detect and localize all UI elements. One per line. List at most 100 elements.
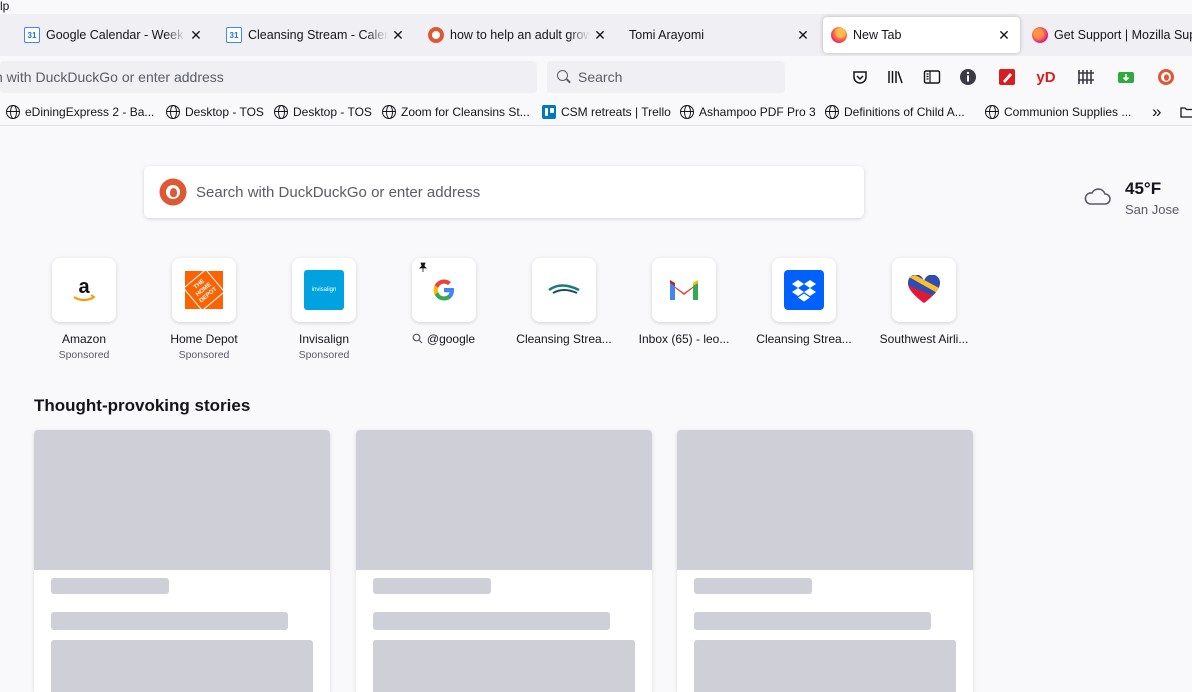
tab-mozilla-support[interactable]: Get Support | Mozilla Supp bbox=[1032, 17, 1192, 53]
sponsored-label: Sponsored bbox=[58, 349, 110, 361]
bookmark-item[interactable]: eDiningExpress 2 - Ba... bbox=[6, 103, 154, 121]
globe-icon bbox=[985, 105, 999, 119]
search-icon bbox=[557, 70, 571, 84]
search-bar[interactable]: Search bbox=[547, 61, 785, 93]
globe-icon bbox=[6, 105, 20, 119]
top-site-label: Amazon bbox=[61, 332, 107, 346]
story-title-placeholder bbox=[51, 612, 288, 630]
duckduckgo-icon bbox=[161, 180, 185, 204]
top-site-label: @google bbox=[384, 332, 504, 346]
download-extension-icon[interactable] bbox=[1116, 67, 1136, 87]
bookmark-item[interactable]: Definitions of Child A... bbox=[825, 103, 965, 121]
story-excerpt-placeholder bbox=[373, 640, 635, 692]
story-card-placeholder[interactable] bbox=[677, 430, 973, 692]
bookmark-item[interactable]: Zoom for Cleansins St... bbox=[382, 103, 530, 121]
cleansing-stream-icon[interactable] bbox=[532, 258, 596, 322]
google-icon[interactable] bbox=[412, 258, 476, 322]
globe-icon bbox=[274, 105, 288, 119]
menu-bar-remnant[interactable]: lp bbox=[0, 0, 9, 14]
weather-widget[interactable]: 45°F San Jose bbox=[1080, 178, 1192, 220]
story-source-placeholder bbox=[373, 578, 491, 594]
tab-ddg-search[interactable]: how to help an adult grow ✕ bbox=[428, 17, 608, 53]
pin-icon bbox=[418, 262, 428, 275]
tab-google-calendar[interactable]: 31 Google Calendar - Week of ✕ bbox=[24, 17, 204, 53]
close-icon[interactable]: ✕ bbox=[390, 27, 406, 43]
duckduckgo-icon[interactable] bbox=[1156, 67, 1176, 87]
tab-title: Google Calendar - Week of bbox=[46, 28, 186, 42]
sidebar-icon[interactable] bbox=[922, 67, 942, 87]
story-title-placeholder bbox=[373, 612, 610, 630]
invisalign-icon[interactable]: invisalign bbox=[292, 258, 356, 322]
bookmark-item[interactable]: Desktop - TOS bbox=[274, 103, 372, 121]
cloud-icon bbox=[1084, 188, 1111, 205]
highlighter-icon[interactable] bbox=[997, 67, 1017, 87]
tab-new-tab[interactable]: New Tab ✕ bbox=[823, 17, 1020, 53]
top-site-label-text: @google bbox=[426, 332, 476, 346]
trello-icon bbox=[542, 105, 556, 119]
stories-heading: Thought-provoking stories bbox=[34, 396, 251, 415]
navigation-toolbar: ch with DuckDuckGo or enter address Sear… bbox=[0, 56, 1192, 98]
search-bar-placeholder: Search bbox=[578, 69, 623, 85]
globe-icon bbox=[680, 105, 694, 119]
story-image-placeholder bbox=[677, 430, 973, 570]
story-excerpt-placeholder bbox=[694, 640, 956, 692]
search-icon bbox=[412, 333, 423, 344]
top-site-label: Inbox (65) - leo... bbox=[638, 332, 730, 346]
close-icon[interactable]: ✕ bbox=[795, 27, 811, 43]
bookmark-item[interactable]: Communion Supplies ... bbox=[985, 103, 1131, 121]
weather-temperature: 45°F bbox=[1125, 179, 1162, 198]
story-card-placeholder[interactable] bbox=[34, 430, 330, 692]
pocket-icon[interactable] bbox=[850, 67, 870, 87]
bookmark-item[interactable]: CSM retreats | Trello bbox=[542, 103, 671, 121]
sponsored-label: Sponsored bbox=[298, 349, 350, 361]
tab-title: Get Support | Mozilla Supp bbox=[1054, 28, 1192, 42]
folder-icon[interactable] bbox=[1180, 103, 1192, 121]
bookmark-item[interactable]: Desktop - TOS bbox=[166, 103, 264, 121]
home-depot-icon[interactable]: THE HOME DEPOT bbox=[172, 258, 236, 322]
tab-title: how to help an adult grow bbox=[450, 28, 590, 42]
dropbox-icon[interactable] bbox=[772, 258, 836, 322]
new-tab-search-input[interactable] bbox=[196, 183, 796, 201]
bookmark-label: Desktop - TOS bbox=[185, 105, 264, 119]
close-icon[interactable]: ✕ bbox=[592, 27, 608, 43]
globe-icon bbox=[825, 105, 839, 119]
bookmark-label: Zoom for Cleansins St... bbox=[401, 105, 530, 119]
globe-icon bbox=[382, 105, 396, 119]
bookmark-label: Ashampoo PDF Pro 3 bbox=[699, 105, 816, 119]
svg-text:a: a bbox=[78, 276, 90, 298]
info-icon[interactable] bbox=[958, 67, 978, 87]
story-source-placeholder bbox=[51, 578, 169, 594]
story-source-placeholder bbox=[694, 578, 812, 594]
bookmark-label: CSM retreats | Trello bbox=[561, 105, 671, 119]
bookmark-item[interactable]: Ashampoo PDF Pro 3 bbox=[680, 103, 816, 121]
top-site-label: Cleansing Strea... bbox=[756, 332, 852, 346]
tab-tomi-arayomi[interactable]: Tomi Arayomi ✕ bbox=[629, 17, 811, 53]
mozilla-icon bbox=[1032, 27, 1048, 43]
story-image-placeholder bbox=[356, 430, 652, 570]
story-card-placeholder[interactable] bbox=[356, 430, 652, 692]
bookmark-label: Definitions of Child A... bbox=[844, 105, 965, 119]
southwest-icon[interactable] bbox=[892, 258, 956, 322]
grid-extension-icon[interactable] bbox=[1076, 67, 1096, 87]
bookmark-label: Desktop - TOS bbox=[293, 105, 372, 119]
gmail-icon[interactable] bbox=[652, 258, 716, 322]
new-tab-search-box[interactable] bbox=[144, 166, 864, 218]
calendar-icon: 31 bbox=[226, 27, 242, 43]
chevron-right-icon[interactable]: » bbox=[1152, 102, 1161, 121]
amazon-icon[interactable]: a bbox=[52, 258, 116, 322]
tab-cleansing-stream-calendar[interactable]: 31 Cleansing Stream - Calendar ✕ bbox=[226, 17, 406, 53]
close-icon[interactable]: ✕ bbox=[188, 27, 204, 43]
url-bar[interactable]: ch with DuckDuckGo or enter address bbox=[0, 61, 537, 93]
bookmark-label: eDiningExpress 2 - Ba... bbox=[25, 105, 155, 119]
globe-icon bbox=[166, 105, 180, 119]
tab-strip: 31 Google Calendar - Week of ✕ 31 Cleans… bbox=[0, 14, 1192, 56]
story-title-placeholder bbox=[694, 612, 931, 630]
close-icon[interactable]: ✕ bbox=[996, 27, 1012, 43]
yandex-icon[interactable]: yD bbox=[1036, 67, 1056, 87]
duckduckgo-icon bbox=[428, 27, 444, 43]
top-site-label: Southwest Airli... bbox=[879, 332, 969, 346]
story-image-placeholder bbox=[34, 430, 330, 570]
url-bar-text: ch with DuckDuckGo or enter address bbox=[0, 69, 224, 85]
calendar-icon: 31 bbox=[24, 27, 40, 43]
library-icon[interactable] bbox=[886, 67, 906, 87]
